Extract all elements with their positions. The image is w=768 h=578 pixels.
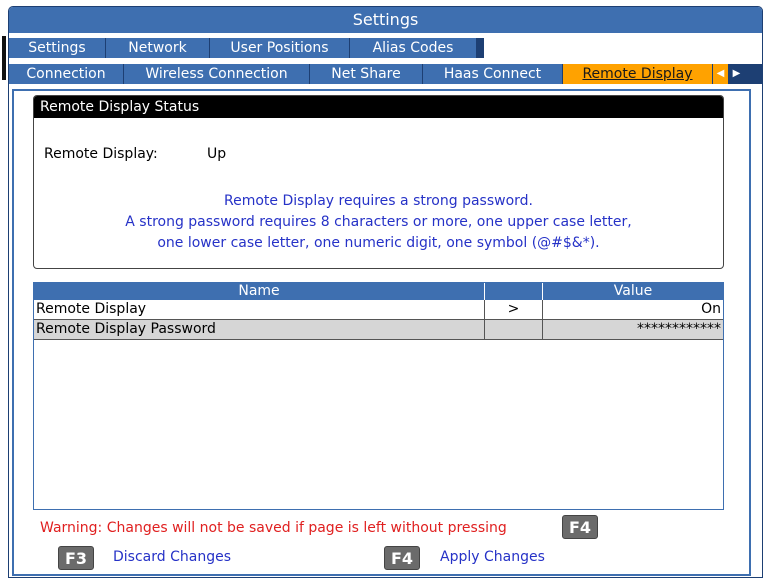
row-expand-arrow[interactable]: > [485,300,543,319]
tab-haas-connect[interactable]: Haas Connect [423,64,563,84]
tab-connection[interactable]: Connection [9,64,124,84]
discard-changes-label[interactable]: Discard Changes [113,549,231,565]
tab-row-secondary: Connection Wireless Connection Net Share… [9,64,762,84]
status-value: Up [207,146,227,162]
row-value: On [701,301,721,317]
tab-row-primary: Settings Network User Positions Alias Co… [9,38,484,58]
apply-changes-label[interactable]: Apply Changes [440,549,545,565]
password-msg-2: A strong password requires 8 characters … [125,214,632,230]
left-edge-marker [2,36,6,80]
tab-settings[interactable]: Settings [9,38,106,58]
status-line: Remote Display: Up [44,146,226,162]
password-requirements: Remote Display requires a strong passwor… [34,191,723,254]
tab-scroll-left-icon[interactable]: ◀ [713,64,729,84]
row-expand-arrow [485,320,543,339]
warning-f4-key: F4 [562,515,598,539]
status-label: Remote Display: [44,146,158,162]
tab-wireless-connection[interactable]: Wireless Connection [124,64,310,84]
table-row[interactable]: Remote Display > On [34,300,723,320]
f4-key-button[interactable]: F4 [384,546,420,570]
table-row[interactable]: Remote Display Password ************ [34,320,723,340]
row-value: ************ [637,321,721,337]
password-msg-1: Remote Display requires a strong passwor… [224,193,533,209]
unsaved-warning: Warning: Changes will not be saved if pa… [40,520,507,536]
table-header: Name Value [34,283,723,300]
column-header-value: Value [613,283,653,299]
column-header-name: Name [34,283,485,300]
tab-remote-display[interactable]: Remote Display [563,64,713,84]
tab-scroll-right-icon[interactable]: ▶ [729,64,745,84]
row-name: Remote Display [34,300,485,319]
tab-network[interactable]: Network [106,38,210,58]
remote-display-status-box: Remote Display Status Remote Display: Up… [33,95,724,269]
window-title: Settings [9,7,762,33]
f3-key-button[interactable]: F3 [58,546,94,570]
tab-net-share[interactable]: Net Share [310,64,423,84]
tab-alias-codes[interactable]: Alias Codes [350,38,477,58]
password-msg-3: one lower case letter, one numeric digit… [157,235,600,251]
status-header: Remote Display Status [34,96,723,118]
row-name: Remote Display Password [34,320,485,339]
settings-table: Name Value Remote Display > On Remote Di… [33,282,724,510]
column-header-arrow [485,283,543,300]
tab-user-positions[interactable]: User Positions [210,38,350,58]
